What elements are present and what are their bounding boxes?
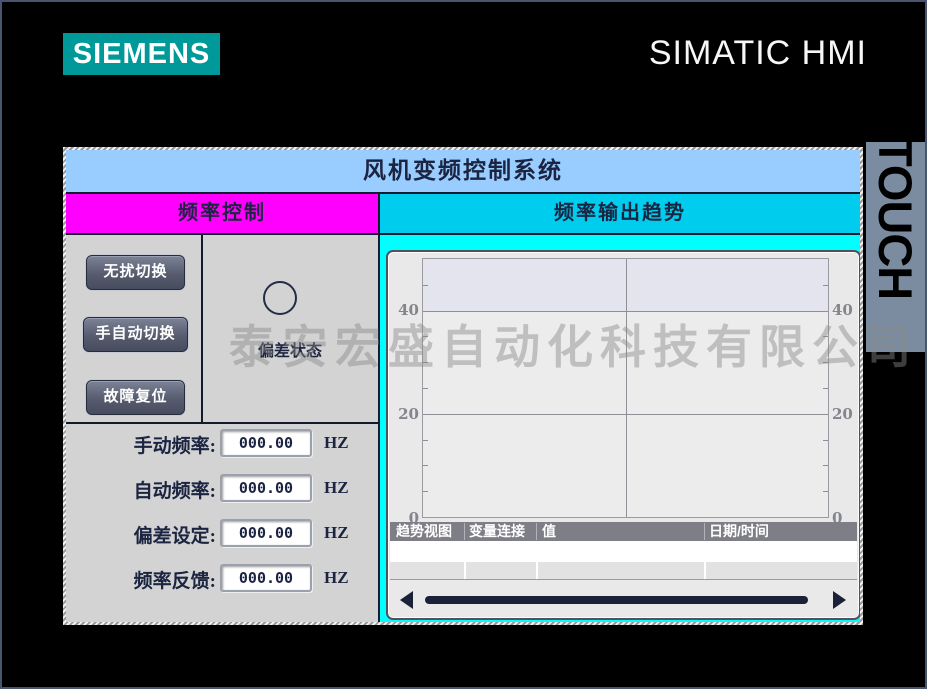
y-axis-label-right-40: 40 (832, 301, 859, 319)
axis-minor-tick (823, 491, 828, 492)
deviation-indicator-lamp (263, 281, 297, 315)
axis-minor-tick (423, 465, 428, 466)
simatic-hmi-label: SIMATIC HMI (649, 34, 867, 73)
fault-reset-button[interactable]: 故障复位 (86, 380, 185, 415)
trend-section: 40 20 0 40 20 0 趋势视图 变量连接 值 (380, 235, 860, 622)
y-axis-label-right-20: 20 (832, 405, 859, 423)
column-separator (536, 562, 538, 579)
section-header-row: 频率控制 频率输出趋势 (66, 194, 860, 235)
deviation-setting-unit: HZ (324, 523, 349, 543)
column-separator (464, 523, 465, 540)
deviation-setting-field[interactable]: 000.00 (220, 519, 312, 547)
column-separator (536, 523, 537, 540)
manual-frequency-unit: HZ (324, 433, 349, 453)
page-title: 风机变频控制系统 (66, 150, 860, 194)
axis-minor-tick (823, 362, 828, 363)
scrollbar-thumb[interactable] (425, 596, 808, 604)
y-axis-label-left-40: 40 (392, 301, 419, 319)
hmi-screen: SIEMENS SIMATIC HMI TOUCH 风机变频控制系统 频率控制 … (0, 0, 927, 689)
scroll-left-icon[interactable] (400, 591, 413, 609)
frequency-control-header: 频率控制 (66, 194, 380, 233)
frequency-feedback-unit: HZ (324, 568, 349, 588)
manual-auto-switch-button[interactable]: 手自动切换 (83, 317, 188, 352)
siemens-logo: SIEMENS (63, 33, 220, 75)
column-separator (464, 562, 466, 579)
trend-table-col-tag: 变量连接 (469, 522, 525, 541)
column-separator (704, 562, 706, 579)
trend-table-col-view: 趋势视图 (396, 522, 452, 541)
axis-minor-tick (423, 491, 428, 492)
deviation-setting-label: 偏差设定: (82, 521, 216, 548)
frequency-control-section: 无扰切换 手自动切换 故障复位 偏差状态 手动频率: 000.00 HZ 自动频… (66, 235, 380, 622)
trend-scrollbar (388, 584, 859, 616)
axis-minor-tick (423, 285, 428, 286)
auto-frequency-field[interactable]: 000.00 (220, 474, 312, 502)
manual-frequency-label: 手动频率: (82, 431, 216, 458)
control-buttons-area: 无扰切换 手自动切换 故障复位 偏差状态 (66, 235, 378, 424)
axis-minor-tick (423, 388, 428, 389)
frequency-feedback-label: 频率反馈: (82, 566, 216, 593)
axis-minor-tick (823, 285, 828, 286)
manual-frequency-field[interactable]: 000.00 (220, 429, 312, 457)
touch-label: TOUCH (866, 142, 925, 299)
main-panel: 风机变频控制系统 频率控制 频率输出趋势 无扰切换 手自动切换 故障复位 偏差状… (63, 147, 863, 625)
axis-minor-tick (423, 362, 428, 363)
auto-frequency-label: 自动频率: (82, 476, 216, 503)
y-axis-label-left-20: 20 (392, 405, 419, 423)
frequency-feedback-field[interactable]: 000.00 (220, 564, 312, 592)
panel-body: 无扰切换 手自动切换 故障复位 偏差状态 手动频率: 000.00 HZ 自动频… (66, 235, 860, 622)
axis-minor-tick (823, 388, 828, 389)
plot-vertical-gridline (626, 259, 627, 517)
trend-plot (422, 258, 829, 518)
axis-minor-tick (423, 440, 428, 441)
trend-view-widget: 40 20 0 40 20 0 趋势视图 变量连接 值 (386, 250, 860, 620)
plot-gridline (423, 311, 828, 312)
deviation-status-label: 偏差状态 (244, 337, 336, 361)
frequency-trend-header: 频率输出趋势 (380, 194, 860, 233)
trend-table-col-value: 值 (542, 522, 556, 541)
frequency-fields-area: 手动频率: 000.00 HZ 自动频率: 000.00 HZ 偏差设定: 00… (66, 424, 378, 622)
axis-minor-tick (823, 465, 828, 466)
trend-table-header: 趋势视图 变量连接 值 日期/时间 (390, 522, 857, 541)
bumpless-switch-button[interactable]: 无扰切换 (86, 255, 185, 290)
scroll-right-icon[interactable] (833, 591, 846, 609)
vertical-divider (201, 235, 203, 422)
trend-table-col-datetime: 日期/时间 (709, 522, 769, 541)
axis-minor-tick (423, 336, 428, 337)
column-separator (704, 523, 705, 540)
plot-gridline (423, 414, 828, 415)
touch-strip: TOUCH (866, 142, 925, 352)
auto-frequency-unit: HZ (324, 478, 349, 498)
trend-table-row (390, 541, 857, 562)
trend-table-row (390, 562, 857, 580)
main-panel-inner: 风机变频控制系统 频率控制 频率输出趋势 无扰切换 手自动切换 故障复位 偏差状… (66, 150, 860, 622)
axis-minor-tick (823, 336, 828, 337)
axis-minor-tick (823, 440, 828, 441)
